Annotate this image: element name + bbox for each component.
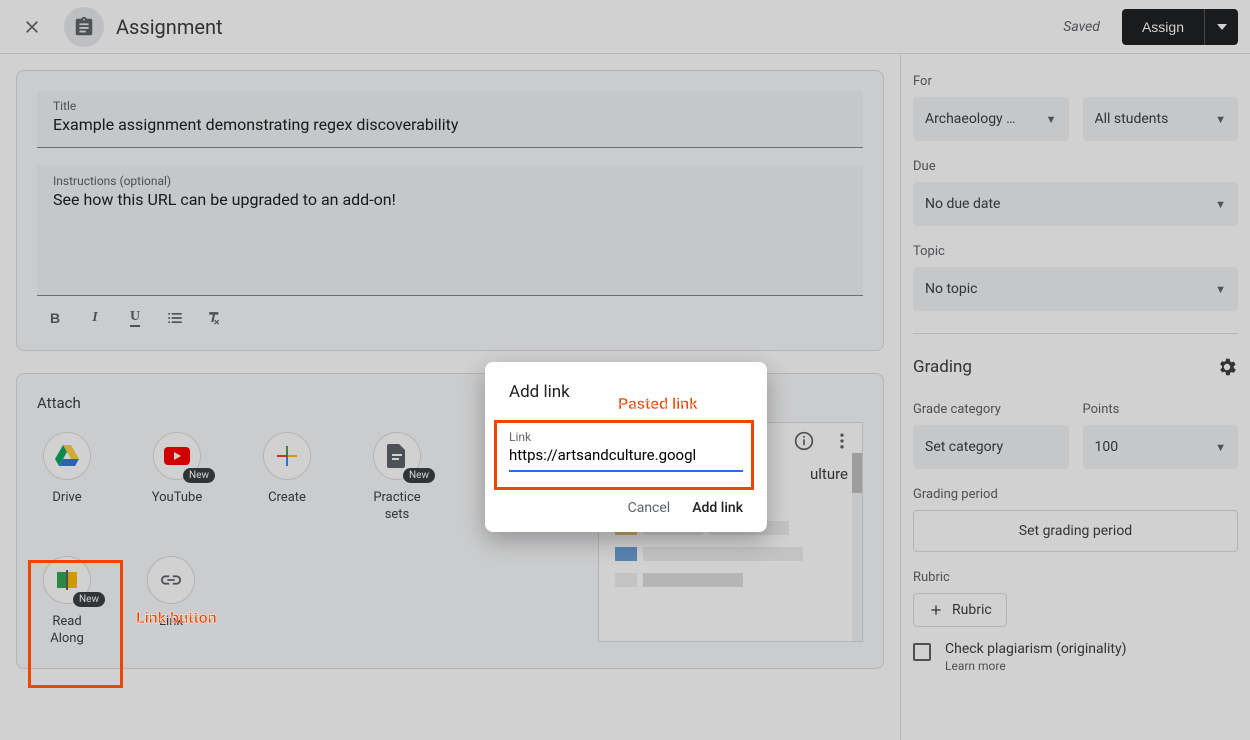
assignment-form-card: Title Example assignment demonstrating r… (16, 70, 884, 351)
instructions-label: Instructions (optional) (53, 174, 847, 188)
app-header: Assignment Saved Assign (0, 0, 1250, 54)
chevron-down-icon: ▼ (1215, 441, 1226, 454)
bold-button[interactable]: B (43, 306, 67, 330)
scrollbar[interactable] (852, 453, 862, 641)
attach-practice-sets[interactable]: New Practice sets (367, 432, 427, 524)
topic-label: Topic (913, 244, 1238, 259)
title-label: Title (53, 99, 847, 113)
plus-icon (277, 446, 297, 466)
close-icon[interactable] (12, 7, 52, 47)
plagiarism-checkbox[interactable] (913, 643, 931, 661)
grading-period-label: Grading period (913, 487, 1238, 502)
info-icon[interactable] (794, 431, 814, 451)
grading-period-button[interactable]: Set grading period (913, 510, 1238, 552)
points-select[interactable]: 100▼ (1083, 425, 1239, 469)
title-field[interactable]: Title Example assignment demonstrating r… (37, 91, 863, 148)
assign-dropdown-button[interactable] (1204, 9, 1238, 45)
bullet-list-button[interactable] (163, 306, 187, 330)
youtube-icon (164, 447, 190, 465)
annotation-link-button-box (28, 560, 123, 688)
plus-icon (928, 602, 944, 618)
due-label: Due (913, 159, 1238, 174)
instructions-value: See how this URL can be upgraded to an a… (53, 190, 847, 212)
assign-button[interactable]: Assign (1122, 9, 1204, 45)
grading-heading: Grading (913, 357, 972, 377)
annotation-pasted-link-label: Pasted link (618, 394, 698, 413)
topic-select[interactable]: No topic▼ (913, 267, 1238, 311)
attach-create[interactable]: Create (257, 432, 317, 524)
attach-youtube[interactable]: New YouTube (147, 432, 207, 524)
chevron-down-icon: ▼ (1046, 113, 1057, 126)
clear-formatting-button[interactable] (203, 306, 227, 330)
points-label: Points (1083, 402, 1239, 417)
new-badge: New (183, 468, 215, 483)
attach-link[interactable]: Link (141, 556, 201, 648)
drive-icon (55, 445, 79, 467)
sidebar: For Archaeology …▼ All students▼ Due No … (900, 54, 1250, 740)
grade-category-select[interactable]: Set category (913, 425, 1069, 469)
plagiarism-label: Check plagiarism (originality) (945, 641, 1126, 657)
more-icon[interactable] (832, 431, 852, 451)
chevron-down-icon: ▼ (1215, 283, 1226, 296)
link-icon (160, 574, 182, 586)
page-title: Assignment (116, 15, 1051, 39)
cancel-button[interactable]: Cancel (628, 500, 671, 516)
save-status: Saved (1063, 19, 1100, 35)
for-label: For (913, 74, 1238, 89)
assignment-icon (64, 7, 104, 47)
annotation-pasted-link-box (494, 420, 754, 490)
format-toolbar: B I U (37, 296, 863, 330)
italic-button[interactable]: I (83, 306, 107, 330)
add-link-button[interactable]: Add link (692, 500, 743, 516)
learn-more-link[interactable]: Learn more (945, 659, 1126, 673)
rubric-button[interactable]: Rubric (913, 593, 1007, 627)
gear-icon[interactable] (1216, 356, 1238, 378)
title-value: Example assignment demonstrating regex d… (53, 115, 847, 137)
instructions-field[interactable]: Instructions (optional) See how this URL… (37, 166, 863, 296)
new-badge: New (403, 468, 435, 483)
students-select[interactable]: All students▼ (1083, 97, 1239, 141)
chevron-down-icon (1217, 24, 1227, 30)
grade-category-label: Grade category (913, 402, 1069, 417)
chevron-down-icon: ▼ (1215, 113, 1226, 126)
due-select[interactable]: No due date▼ (913, 182, 1238, 226)
chevron-down-icon: ▼ (1215, 198, 1226, 211)
document-icon (387, 444, 407, 468)
class-select[interactable]: Archaeology …▼ (913, 97, 1069, 141)
attach-drive[interactable]: Drive (37, 432, 97, 524)
rubric-label: Rubric (913, 570, 1238, 585)
annotation-link-button-label: Link button (136, 608, 217, 627)
underline-button[interactable]: U (123, 306, 147, 330)
